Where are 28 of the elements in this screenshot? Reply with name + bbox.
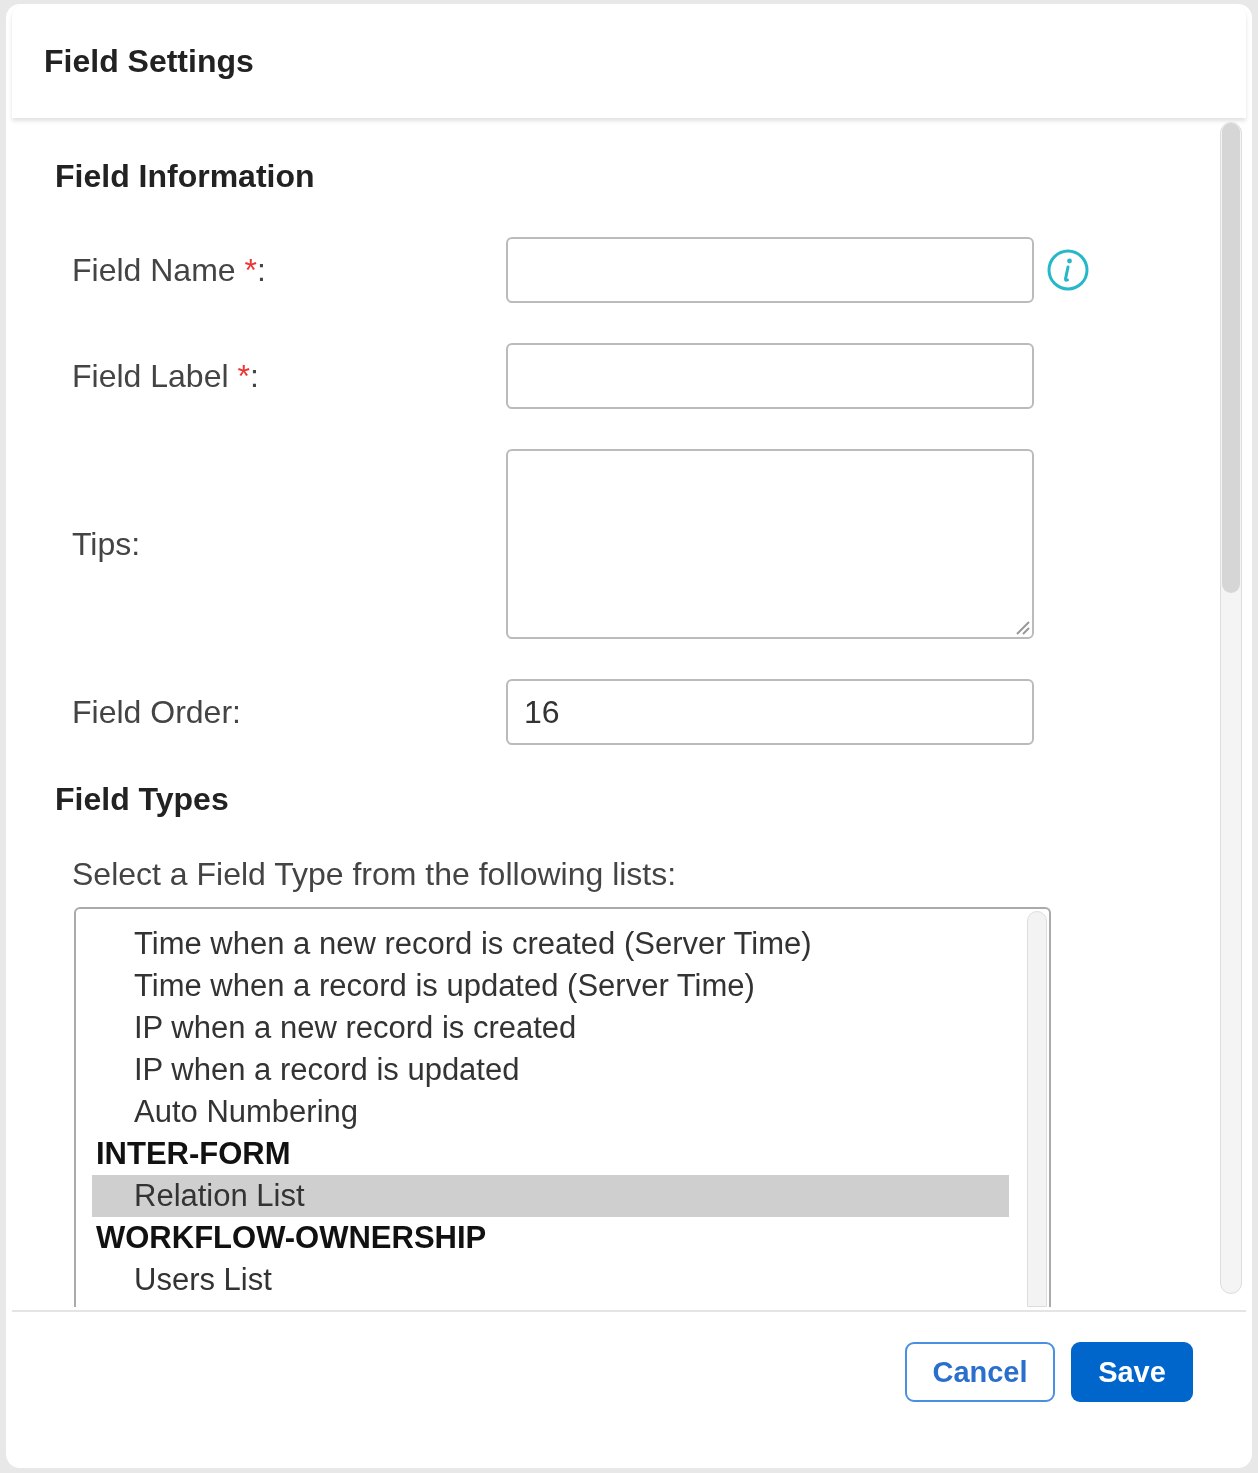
list-option[interactable]: Auto Numbering — [92, 1091, 1009, 1133]
list-option[interactable]: IP when a new record is created — [92, 1007, 1009, 1049]
list-option[interactable]: Relation List — [92, 1175, 1009, 1217]
field-label: Field Label *: — [71, 357, 260, 395]
cancel-button[interactable]: Cancel — [905, 1342, 1055, 1402]
tips-textarea[interactable] — [506, 449, 1034, 639]
scrollbar-thumb[interactable] — [1222, 123, 1240, 593]
group-heading: WORKFLOW-OWNERSHIP — [95, 1219, 488, 1257]
field-label: Field Name *: — [71, 251, 267, 289]
input-field[interactable] — [506, 343, 1034, 409]
list-option[interactable]: Users List — [92, 1259, 1009, 1301]
field-type-list[interactable] — [74, 907, 1051, 1307]
info-icon[interactable] — [1046, 248, 1090, 292]
input-field[interactable]: 16 — [506, 679, 1034, 745]
section-heading: Field Types — [55, 781, 230, 818]
dialog-title: Field Settings — [44, 42, 254, 80]
list-option[interactable]: Time when a record is updated (Server Time) — [92, 965, 1009, 1007]
instruction-text: Select a Field Type from the following lists: — [71, 856, 678, 893]
scrollbar[interactable] — [1027, 911, 1047, 1307]
scrollbar[interactable] — [1220, 122, 1242, 1294]
group-heading: INTER-FORM — [95, 1135, 292, 1173]
save-button[interactable]: Save — [1071, 1342, 1193, 1402]
list-option[interactable]: Time when a new record is created (Server Time) — [92, 923, 1009, 965]
field-label: Field Order: — [71, 693, 242, 731]
input-field[interactable] — [506, 237, 1034, 303]
section-heading: Field Information — [55, 158, 316, 195]
field-label: Tips: — [71, 525, 142, 563]
list-option[interactable]: IP when a record is updated — [92, 1049, 1009, 1091]
